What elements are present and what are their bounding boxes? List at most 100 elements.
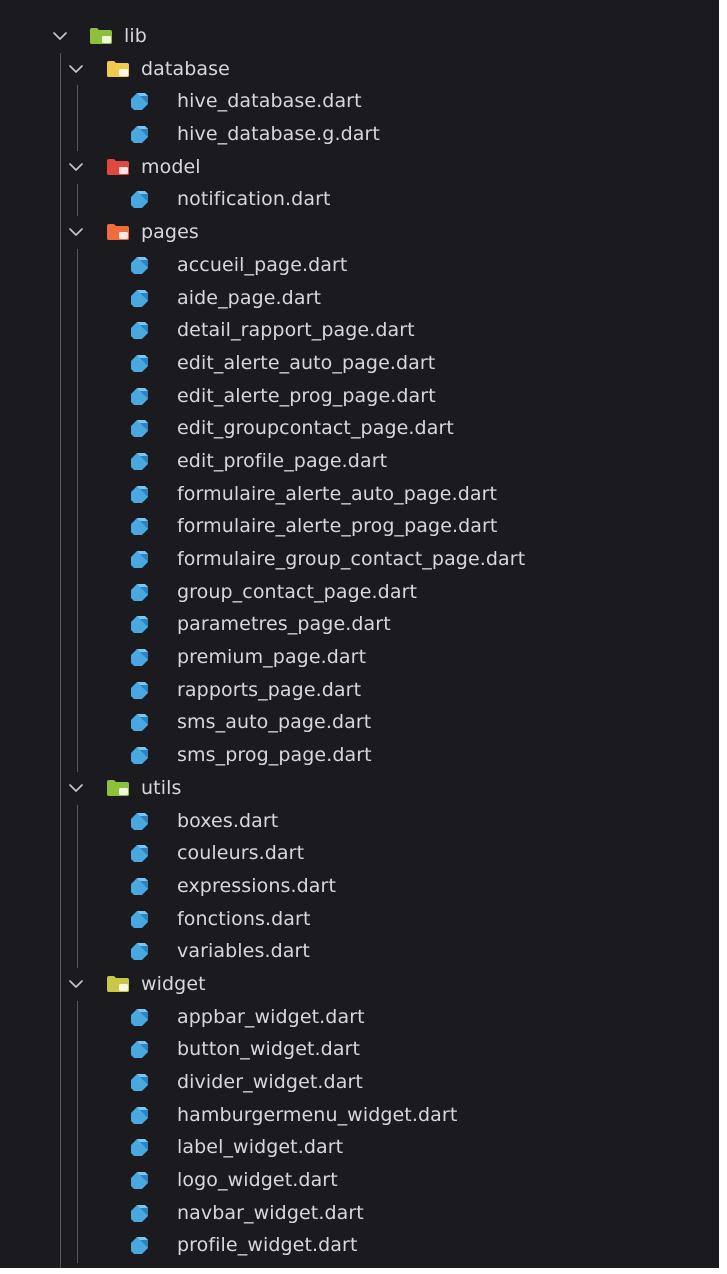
tree-item-label: hive_database.g.dart xyxy=(177,123,380,146)
tree-item-label: hamburgermenu_widget.dart xyxy=(177,1103,458,1126)
tree-item-label: formulaire_alerte_prog_page.dart xyxy=(177,515,498,538)
tree-file[interactable]: variables.dart xyxy=(0,935,719,968)
tree-file[interactable]: label_widget.dart xyxy=(0,1131,719,1164)
dart-file-icon xyxy=(128,940,150,962)
indent-guide xyxy=(60,52,61,1268)
tree-item-label: formulaire_alerte_auto_page.dart xyxy=(177,482,498,505)
tree-folder-widget[interactable]: widget xyxy=(0,968,719,1001)
tree-file[interactable]: rapports_page.dart xyxy=(0,674,719,707)
tree-file[interactable]: hive_database.g.dart xyxy=(0,118,719,151)
tree-item-label: rapports_page.dart xyxy=(177,678,362,701)
tree-folder-database[interactable]: database xyxy=(0,53,719,86)
dart-file-icon xyxy=(128,1071,150,1093)
chevron-down-icon[interactable] xyxy=(66,59,86,79)
tree-item-label: sms_prog_page.dart xyxy=(177,744,372,767)
tree-file[interactable]: hive_database.dart xyxy=(0,85,719,118)
chevron-down-icon[interactable] xyxy=(66,974,86,994)
tree-folder-utils[interactable]: utils xyxy=(0,772,719,805)
chevron-down-icon[interactable] xyxy=(66,778,86,798)
tree-item-label: detail_rapport_page.dart xyxy=(177,319,415,342)
tree-item-label: divider_widget.dart xyxy=(177,1071,363,1093)
tree-file[interactable]: parametres_page.dart xyxy=(0,608,719,641)
file-tree: lib database hive_database.dart hive_databa… xyxy=(0,20,719,1268)
dart-file-icon xyxy=(128,352,150,374)
tree-file[interactable]: couleurs.dart xyxy=(0,837,719,870)
tree-file[interactable]: formulaire_group_contact_page.dart xyxy=(0,543,719,576)
tree-file[interactable]: notification.dart xyxy=(0,183,719,216)
dart-file-icon xyxy=(128,679,150,701)
folder-widget-icon xyxy=(105,974,131,994)
tree-item-label: lib xyxy=(124,25,147,47)
tree-file[interactable]: edit_alerte_auto_page.dart xyxy=(0,347,719,380)
dart-file-icon xyxy=(128,842,150,864)
tree-item-label: button_widget.dart xyxy=(177,1038,361,1061)
tree-item-label: aide_page.dart xyxy=(177,286,322,309)
tree-item-label: sms_auto_page.dart xyxy=(177,711,372,734)
tree-item-label: appbar_widget.dart xyxy=(177,1005,365,1028)
dart-file-icon xyxy=(128,581,150,603)
tree-item-label: edit_groupcontact_page.dart xyxy=(177,417,454,440)
folder-model-icon xyxy=(105,157,131,177)
tree-file[interactable]: detail_rapport_page.dart xyxy=(0,314,719,347)
tree-folder-lib[interactable]: lib xyxy=(0,20,719,53)
dart-file-icon xyxy=(128,613,150,635)
tree-file[interactable]: aide_page.dart xyxy=(0,282,719,315)
tree-item-label: notification.dart xyxy=(177,188,331,211)
dart-file-icon xyxy=(128,385,150,407)
tree-file[interactable]: expressions.dart xyxy=(0,870,719,903)
tree-item-label: expressions.dart xyxy=(177,874,336,897)
tree-item-label: widget xyxy=(141,972,206,995)
dart-file-icon xyxy=(128,810,150,832)
tree-file[interactable]: navbar_widget.dart xyxy=(0,1197,719,1230)
tree-item-label: hive_database.dart xyxy=(177,90,362,113)
folder-pages-icon xyxy=(105,222,131,242)
chevron-down-icon[interactable] xyxy=(50,26,70,46)
tree-file[interactable]: button_widget.dart xyxy=(0,1033,719,1066)
tree-file[interactable]: edit_profile_page.dart xyxy=(0,445,719,478)
tree-item-label: boxes.dart xyxy=(177,809,279,832)
dart-file-icon xyxy=(128,254,150,276)
tree-file[interactable]: formulaire_alerte_auto_page.dart xyxy=(0,478,719,511)
tree-file[interactable]: fonctions.dart xyxy=(0,903,719,936)
tree-file[interactable]: accueil_page.dart xyxy=(0,249,719,282)
tree-item-label: fonctions.dart xyxy=(177,907,311,930)
tree-item-label: utils xyxy=(141,776,182,799)
dart-file-icon xyxy=(128,188,150,210)
dart-file-icon xyxy=(128,1006,150,1028)
tree-file[interactable]: sms_prog_page.dart xyxy=(0,739,719,772)
tree-file[interactable]: logo_widget.dart xyxy=(0,1164,719,1197)
tree-item-label: formulaire_group_contact_page.dart xyxy=(177,548,526,570)
dart-file-icon xyxy=(128,1234,150,1256)
tree-file[interactable]: sms_auto_page.dart xyxy=(0,706,719,739)
tree-file[interactable]: profile_widget.dart xyxy=(0,1229,719,1262)
dart-file-icon xyxy=(128,1104,150,1126)
tree-item-label: variables.dart xyxy=(177,940,310,963)
tree-file[interactable]: appbar_widget.dart xyxy=(0,1001,719,1034)
tree-item-label: edit_alerte_auto_page.dart xyxy=(177,351,436,374)
chevron-down-icon[interactable] xyxy=(66,222,86,242)
dart-file-icon xyxy=(128,1136,150,1158)
dart-file-icon xyxy=(128,646,150,668)
tree-item-label: label_widget.dart xyxy=(177,1136,344,1159)
dart-file-icon xyxy=(128,417,150,439)
dart-file-icon xyxy=(128,711,150,733)
dart-file-icon xyxy=(128,515,150,537)
tree-folder-model[interactable]: model xyxy=(0,151,719,184)
tree-folder-pages[interactable]: pages xyxy=(0,216,719,249)
file-explorer: lib database hive_database.dart hive_databa… xyxy=(0,0,719,1268)
tree-file[interactable]: group_contact_page.dart xyxy=(0,576,719,609)
tree-item-label: edit_profile_page.dart xyxy=(177,449,388,472)
tree-file[interactable]: divider_widget.dart xyxy=(0,1066,719,1099)
folder-lib-icon xyxy=(88,26,114,46)
dart-file-icon xyxy=(128,450,150,472)
tree-file[interactable]: boxes.dart xyxy=(0,805,719,838)
folder-database-icon xyxy=(105,59,131,79)
folder-utils-icon xyxy=(105,778,131,798)
tree-file[interactable]: edit_alerte_prog_page.dart xyxy=(0,380,719,413)
tree-file[interactable]: formulaire_alerte_prog_page.dart xyxy=(0,510,719,543)
dart-file-icon xyxy=(128,90,150,112)
tree-file[interactable]: premium_page.dart xyxy=(0,641,719,674)
tree-file[interactable]: edit_groupcontact_page.dart xyxy=(0,412,719,445)
tree-file[interactable]: hamburgermenu_widget.dart xyxy=(0,1099,719,1132)
chevron-down-icon[interactable] xyxy=(66,157,86,177)
